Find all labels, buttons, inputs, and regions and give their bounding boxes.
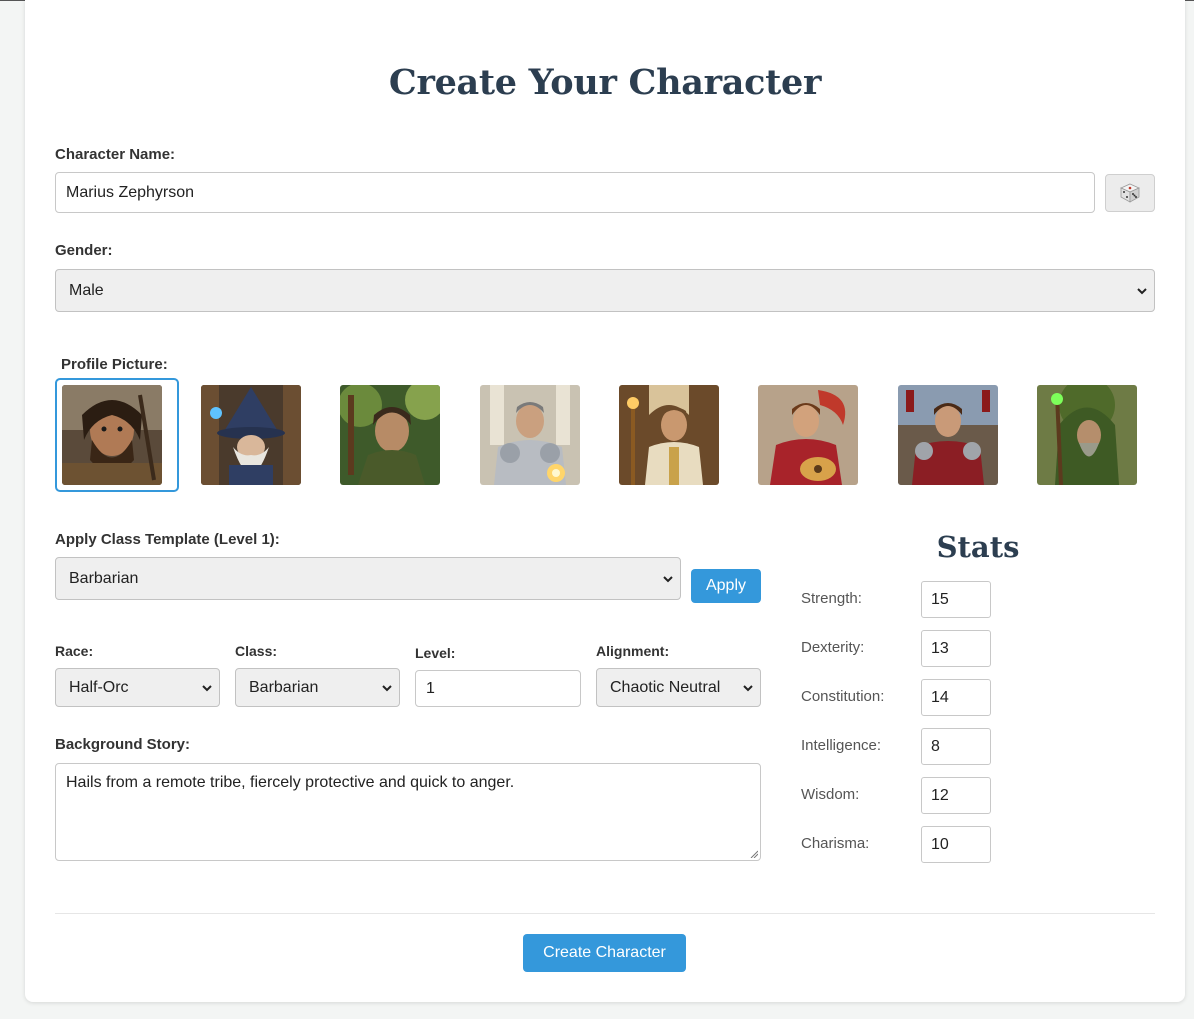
chevron-down-icon [663,575,673,582]
background-story-value: Hails from a remote tribe, fiercely prot… [66,774,515,791]
intelligence-label: Intelligence: [801,737,882,754]
class-label: Class: [235,643,278,659]
race-value: Half-Orc [69,678,129,696]
wisdom-value: 12 [931,786,949,804]
strength-label: Strength: [801,590,862,607]
dexterity-value: 13 [931,639,949,657]
gender-value: Male [69,281,104,299]
constitution-label: Constitution: [801,688,885,705]
character-name-input[interactable]: Marius Zephyrson [55,172,1095,213]
form-divider [55,913,1155,914]
charisma-input[interactable]: 10 [921,826,991,863]
constitution-value: 14 [931,688,949,706]
wizard-portrait[interactable] [201,385,301,485]
character-name-label: Character Name: [55,146,176,163]
gender-select[interactable]: Male [55,269,1155,312]
ranger-portrait[interactable] [340,385,440,485]
chevron-down-icon [202,684,212,691]
level-label: Level: [415,645,456,661]
background-story-textarea[interactable]: Hails from a remote tribe, fiercely prot… [55,763,761,861]
level-value: 1 [426,679,435,697]
apply-template-button[interactable]: Apply [691,569,761,603]
level-input[interactable]: 1 [415,670,581,707]
strength-value: 15 [931,590,949,608]
alignment-label: Alignment: [596,643,670,659]
stats-title: Stats [936,530,1020,564]
dexterity-label: Dexterity: [801,639,865,656]
gender-label: Gender: [55,242,113,259]
barbarian-portrait[interactable] [62,385,162,485]
charisma-label: Charisma: [801,835,870,852]
class-template-select[interactable]: Barbarian [55,557,681,600]
class-template-value: Barbarian [69,569,139,587]
create-character-button[interactable]: Create Character [523,934,686,972]
alignment-value: Chaotic Neutral [610,678,721,696]
intelligence-input[interactable]: 8 [921,728,991,765]
constitution-input[interactable]: 14 [921,679,991,716]
dexterity-input[interactable]: 13 [921,630,991,667]
chevron-down-icon [382,684,392,691]
paladin-portrait[interactable] [480,385,580,485]
class-template-label: Apply Class Template (Level 1): [55,531,280,548]
dice-icon [1120,183,1140,203]
resize-grip-icon[interactable] [750,850,758,858]
character-name-value: Marius Zephyrson [66,183,195,201]
race-select[interactable]: Half-Orc [55,668,220,707]
page-title: Create Your Character [388,62,822,103]
wisdom-input[interactable]: 12 [921,777,991,814]
bard-portrait[interactable] [758,385,858,485]
profile-picture-label: Profile Picture: [61,356,168,373]
druid-portrait[interactable] [1037,385,1137,485]
character-form-card: Create Your Character Character Name: Ma… [25,0,1185,1002]
background-story-label: Background Story: [55,736,191,753]
cleric-portrait[interactable] [619,385,719,485]
alignment-select[interactable]: Chaotic Neutral [596,668,761,707]
class-select[interactable]: Barbarian [235,668,400,707]
race-label: Race: [55,643,94,659]
random-name-button[interactable] [1105,174,1155,212]
class-value: Barbarian [249,678,319,696]
chevron-down-icon [743,684,753,691]
intelligence-value: 8 [931,737,940,755]
fighter-portrait[interactable] [898,385,998,485]
wisdom-label: Wisdom: [801,786,860,803]
strength-input[interactable]: 15 [921,581,991,618]
chevron-down-icon [1137,287,1147,294]
charisma-value: 10 [931,835,949,853]
